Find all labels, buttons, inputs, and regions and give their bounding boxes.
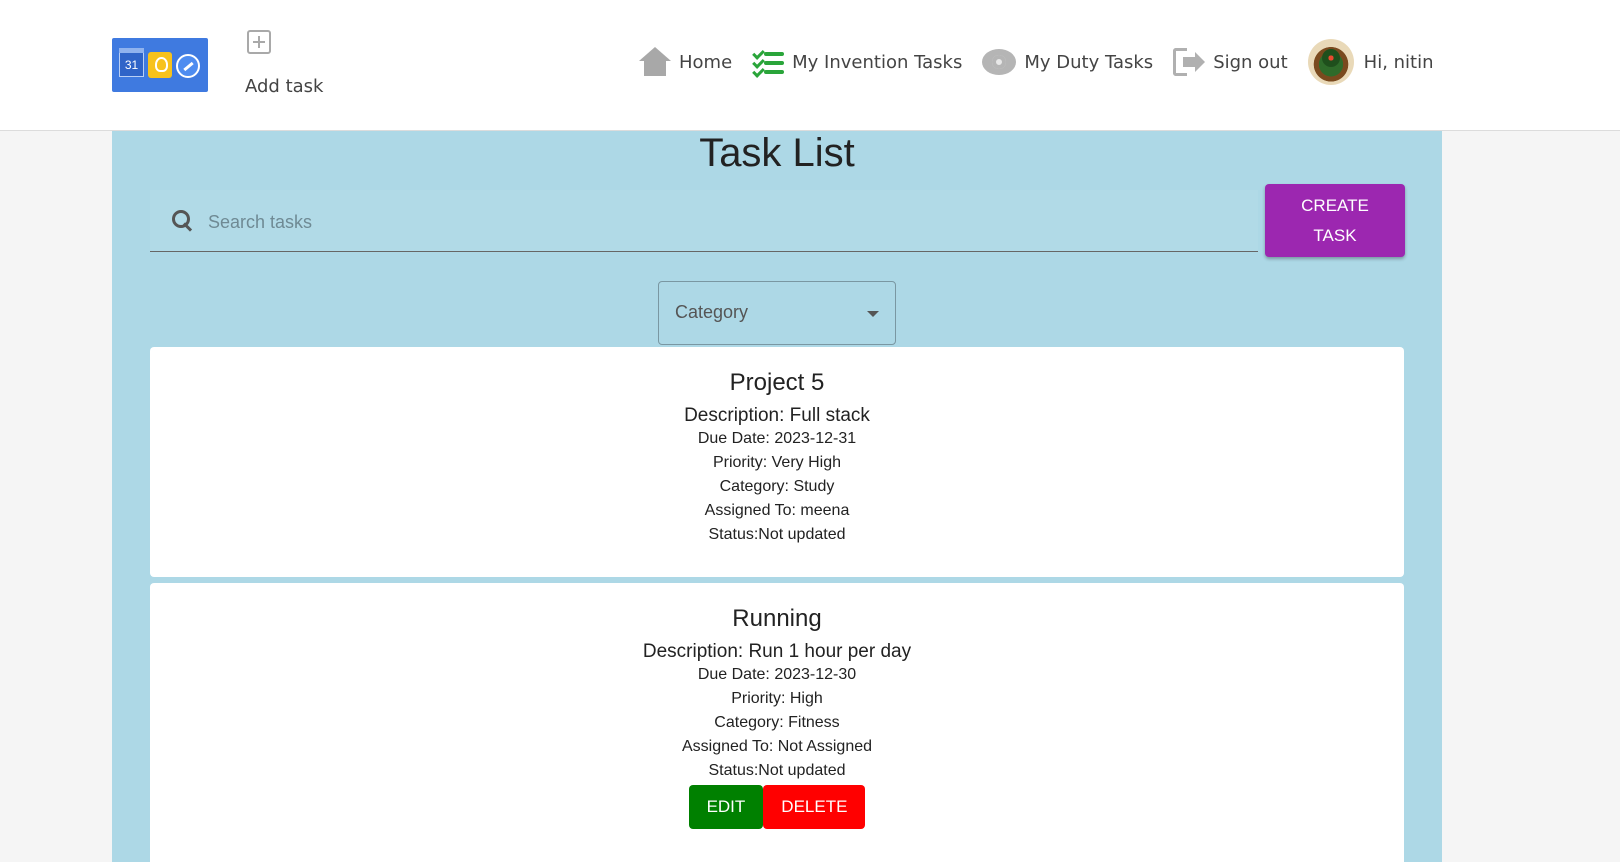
task-assigned-to: Assigned To: Not Assigned [681,738,873,755]
search-box [150,190,1258,252]
check-icon [176,54,200,78]
search-input[interactable] [206,204,1210,240]
task-status: Status:Not updated [708,762,846,779]
eye-icon [982,49,1017,75]
calendar-icon: 31 [119,48,144,77]
add-task-label: Add task [245,76,324,97]
nav-home[interactable]: Home [637,47,732,77]
nav-my-invention-tasks-label: My Invention Tasks [792,51,963,73]
user-greeting: Hi, nitin [1363,51,1434,73]
nav-home-label: Home [679,51,733,73]
task-status: Status:Not updated [708,526,846,543]
search-icon [172,210,194,232]
delete-button[interactable]: DELETE [763,785,866,829]
main-nav: Home My Invention Tasks My Duty Tasks Si… [637,39,1434,85]
nav-my-duty-tasks[interactable]: My Duty Tasks [982,49,1153,75]
task-card: Running Description: Run 1 hour per day … [150,583,1404,862]
add-task-link[interactable]: Add task [240,28,330,98]
nav-sign-out-label: Sign out [1213,51,1288,73]
category-select[interactable]: Category [658,281,896,345]
task-actions: EDIT DELETE [150,785,1404,829]
add-box-icon [247,30,271,54]
dropdown-arrow-icon [867,311,879,317]
create-task-button[interactable]: CREATE TASK [1265,184,1405,257]
user-menu[interactable]: Hi, nitin [1307,39,1434,85]
task-due-date: Due Date: 2023-12-31 [697,430,857,447]
app-logo[interactable]: 31 [112,38,208,92]
sign-out-icon [1173,48,1206,76]
home-icon [637,47,671,77]
task-card: Project 5 Description: Full stack Due Da… [150,347,1404,577]
page-title: Task List [699,131,855,175]
avatar [1307,39,1354,85]
nav-sign-out[interactable]: Sign out [1173,48,1288,76]
checklist-icon [752,47,785,78]
nav-my-invention-tasks[interactable]: My Invention Tasks [752,47,963,78]
task-priority: Priority: High [731,690,823,707]
task-title: Project 5 [729,369,825,396]
edit-button[interactable]: EDIT [688,785,764,829]
category-select-label: Category [675,302,749,322]
task-priority: Priority: Very High [712,454,842,471]
task-description: Description: Full stack [684,405,870,426]
lightbulb-icon [148,52,172,78]
nav-my-duty-tasks-label: My Duty Tasks [1024,51,1154,73]
task-category: Category: Study [719,478,835,495]
top-navbar: 31 Add task Home My Invention Tasks My D… [0,0,1620,131]
task-list-panel: Task List CREATE TASK Category Project 5… [112,131,1442,862]
task-due-date: Due Date: 2023-12-30 [697,666,857,683]
task-category: Category: Fitness [714,714,840,731]
task-description: Description: Run 1 hour per day [642,641,912,662]
task-assigned-to: Assigned To: meena [704,502,850,519]
create-task-button-label: CREATE TASK [1301,195,1369,245]
task-title: Running [732,605,822,632]
